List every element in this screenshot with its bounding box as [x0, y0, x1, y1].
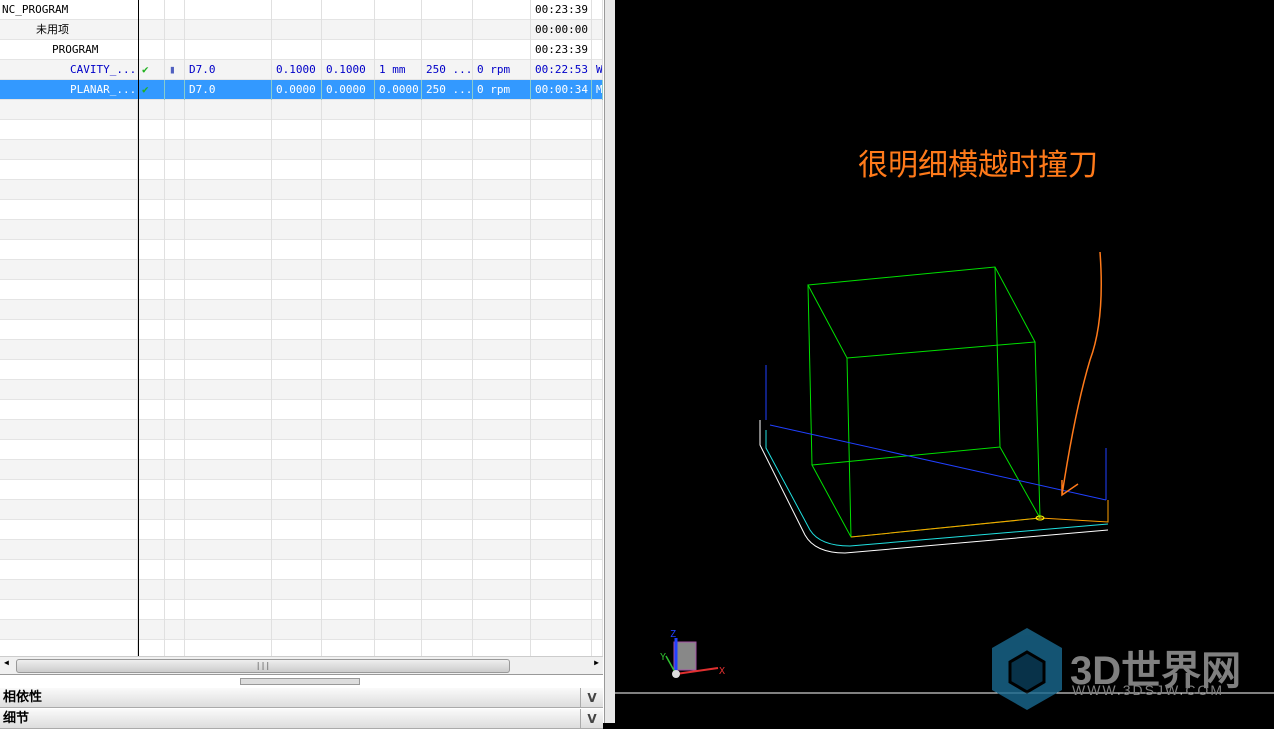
- wcs-triad: Z X Y: [660, 629, 725, 678]
- watermark-url: WWW.3DSJW.COM: [1072, 682, 1224, 698]
- toolpath-drawing: Z X Y: [615, 251, 1274, 710]
- x-axis-label: X: [719, 666, 725, 677]
- axis-lines: [765, 365, 1107, 501]
- annotation-text: 很明细横越时撞刀: [858, 148, 1098, 183]
- arrow-annotation: [1061, 251, 1102, 497]
- part-box: [807, 266, 1041, 538]
- y-axis-label: Y: [660, 652, 666, 663]
- watermark-logo-icon: [992, 628, 1062, 710]
- z-axis-label: Z: [670, 629, 676, 640]
- toolpath-orange: [850, 500, 1109, 538]
